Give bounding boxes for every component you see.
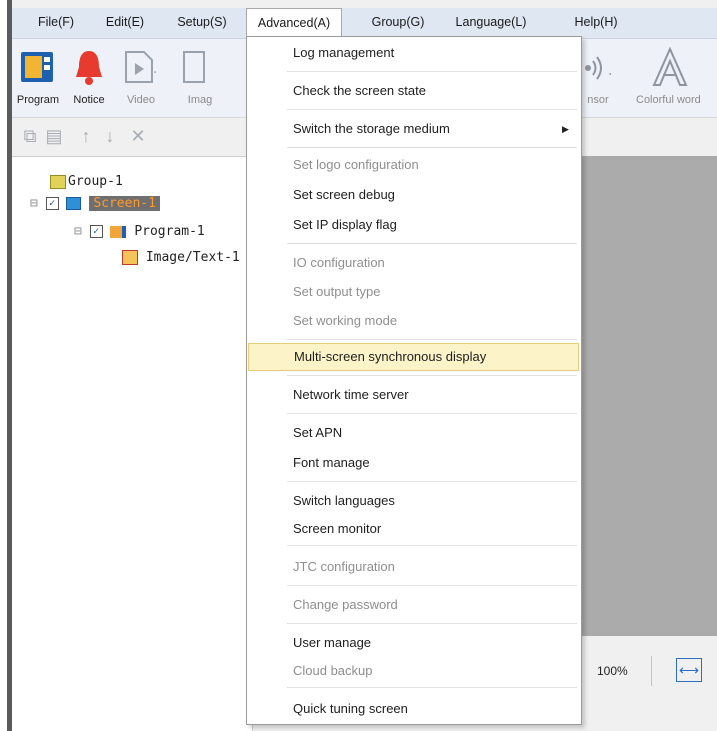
menu-item-log-management[interactable]: Log management	[247, 41, 581, 65]
menu-edit[interactable]: Edit(E)	[100, 8, 150, 38]
program-node-icon	[110, 225, 127, 238]
tree-node-program[interactable]: ⊟ ✓ Program-1	[74, 222, 205, 242]
tree-node-group[interactable]: Group-1	[14, 172, 123, 192]
menu-item-check-screen-state[interactable]: Check the screen state	[247, 79, 581, 103]
move-down-icon[interactable]: ↓	[100, 126, 120, 146]
menu-item-change-password: Change password	[293, 597, 398, 612]
image-tool[interactable]: Imag	[168, 39, 246, 117]
group-icon	[50, 174, 66, 189]
image-text-icon	[122, 250, 138, 265]
fit-width-icon[interactable]: ⟷	[676, 658, 702, 682]
menu-item-set-ip-display-flag[interactable]: Set IP display flag	[247, 213, 581, 237]
program-icon	[21, 52, 53, 82]
svg-text:.: .	[153, 61, 157, 77]
bell-icon	[76, 51, 102, 85]
notice-tool[interactable]: Notice	[64, 39, 114, 117]
menu-separator	[287, 147, 577, 148]
menu-separator	[287, 375, 577, 376]
menu-help[interactable]: Help(H)	[570, 8, 622, 38]
tree-node-screen[interactable]: ⊟ ✓ Screen-1	[30, 194, 160, 214]
program-checkbox[interactable]: ✓	[89, 225, 103, 238]
menu-item-set-screen-debug[interactable]: Set screen debug	[247, 183, 581, 207]
advanced-dropdown-menu: Log management Check the screen state Sw…	[246, 36, 582, 725]
video-icon: .	[125, 51, 157, 83]
copy-icon[interactable]: ⧉	[20, 126, 40, 146]
menu-item-network-time-server[interactable]: Network time server	[247, 383, 581, 407]
menu-item-switch-languages[interactable]: Switch languages	[247, 489, 581, 513]
menu-file[interactable]: File(F)	[32, 8, 80, 38]
tree-node-image-text[interactable]: Image/Text-1	[122, 248, 240, 268]
menu-item-set-apn[interactable]: Set APN	[247, 421, 581, 445]
colorful-word-label: Colorful word	[636, 94, 701, 106]
sensor-icon: .	[585, 56, 612, 80]
menu-language[interactable]: Language(L)	[448, 8, 534, 38]
image-label: Imag	[187, 94, 213, 106]
tree-toolbar: ⧉ ▤ ↑ ↓ ✕	[12, 118, 252, 154]
menu-separator	[287, 623, 577, 624]
menu-item-font-manage[interactable]: Font manage	[247, 451, 581, 475]
project-tree: Group-1 ⊟ ✓ Screen-1 ⊟ ✓ Program-1 Image…	[12, 156, 253, 731]
menu-item-set-working-mode: Set working mode	[293, 313, 398, 328]
menu-separator	[287, 71, 577, 72]
menu-advanced[interactable]: Advanced(A)	[246, 8, 342, 38]
menu-item-set-logo-configuration: Set logo configuration	[293, 157, 419, 172]
menu-separator	[287, 687, 577, 688]
image-text-label: Image/Text-1	[145, 250, 240, 265]
status-divider	[651, 656, 652, 686]
menu-separator	[287, 109, 577, 110]
submenu-arrow-icon: ▶	[562, 124, 569, 134]
app-window: File(F) Edit(E) Setup(S) Advanced(A) Gro…	[12, 0, 717, 731]
menu-item-screen-monitor[interactable]: Screen monitor	[247, 517, 581, 541]
notice-label: Notice	[73, 94, 105, 106]
menu-separator	[287, 339, 577, 340]
menu-setup[interactable]: Setup(S)	[172, 8, 232, 38]
program-label: Program	[16, 94, 60, 106]
menu-item-user-manage[interactable]: User manage	[247, 631, 581, 655]
menu-group[interactable]: Group(G)	[367, 8, 429, 38]
image-icon	[183, 51, 205, 83]
screen-label: Screen-1	[89, 196, 160, 211]
menu-separator	[287, 413, 577, 414]
colorful-word-tool[interactable]: Colorful word	[626, 39, 717, 117]
svg-text:.: .	[608, 63, 612, 79]
program-tool[interactable]: Program	[12, 39, 64, 117]
menu-item-jtc-configuration: JTC configuration	[293, 559, 395, 574]
screen-icon	[66, 197, 82, 210]
menu-item-io-configuration: IO configuration	[293, 255, 385, 270]
move-up-icon[interactable]: ↑	[76, 126, 96, 146]
menu-item-multi-screen-sync-display[interactable]: Multi-screen synchronous display	[248, 343, 579, 371]
zoom-level[interactable]: 100%	[597, 664, 628, 678]
menu-separator	[287, 243, 577, 244]
group-label: Group-1	[68, 174, 123, 189]
program-node-label: Program-1	[134, 224, 205, 239]
menu-item-quick-tuning-screen[interactable]: Quick tuning screen	[247, 697, 581, 721]
colorful-word-icon	[652, 47, 688, 86]
menu-separator	[287, 545, 577, 546]
screen-checkbox[interactable]: ✓	[45, 197, 59, 210]
menu-item-switch-storage-medium[interactable]: Switch the storage medium ▶	[247, 117, 581, 141]
menu-separator	[287, 585, 577, 586]
delete-icon[interactable]: ✕	[128, 126, 148, 146]
menubar: File(F) Edit(E) Setup(S) Advanced(A) Gro…	[12, 8, 717, 39]
paste-icon[interactable]: ▤	[44, 126, 64, 146]
menu-item-cloud-backup: Cloud backup	[293, 663, 373, 678]
menu-item-set-output-type: Set output type	[293, 284, 381, 299]
menu-separator	[287, 481, 577, 482]
